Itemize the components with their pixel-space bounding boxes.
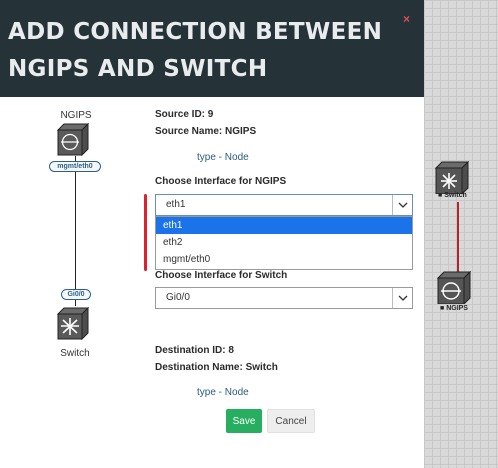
firewall-icon <box>56 122 90 156</box>
dest-name: Destination Name: Switch <box>155 362 278 373</box>
dropdown-option-eth2[interactable]: eth2 <box>156 234 412 251</box>
source-interface-badge: mgmt/eth0 <box>49 161 101 172</box>
close-icon[interactable]: × <box>403 12 410 26</box>
source-interface-select[interactable]: eth1 <box>155 194 413 216</box>
add-connection-modal: ADD CONNECTION BETWEEN NGIPS AND SWITCH … <box>0 0 424 468</box>
modal-header: ADD CONNECTION BETWEEN NGIPS AND SWITCH … <box>0 0 424 97</box>
dest-id: Destination ID: 8 <box>155 345 234 356</box>
chevron-down-icon[interactable] <box>392 288 412 308</box>
dropdown-option-eth1[interactable]: eth1 <box>156 217 412 234</box>
modal-title: ADD CONNECTION BETWEEN NGIPS AND SWITCH <box>8 19 383 82</box>
dest-device-label: Switch <box>60 348 90 359</box>
source-id: Source ID: 9 <box>155 109 214 120</box>
connector-line <box>75 172 76 289</box>
canvas-ngips-icon[interactable] <box>434 270 474 304</box>
dest-interface-badge: Gi0/0 <box>61 289 91 300</box>
dest-interface-value: Gi0/0 <box>166 292 190 303</box>
dropdown-option-mgmt-eth0[interactable]: mgmt/eth0 <box>156 251 412 268</box>
chevron-down-icon[interactable] <box>392 195 412 215</box>
save-button[interactable]: Save <box>226 409 262 433</box>
source-device-label: NGIPS <box>60 110 92 121</box>
source-interface-value: eth1 <box>166 199 186 210</box>
canvas-switch-label: ■ Switch <box>438 192 467 199</box>
canvas-switch-icon[interactable] <box>432 160 472 194</box>
dest-interface-select[interactable]: Gi0/0 <box>155 287 413 309</box>
source-type: type - Node <box>197 152 249 163</box>
source-name: Source Name: NGIPS <box>155 126 257 137</box>
canvas-ngips-label: ■ NGIPS <box>440 305 468 312</box>
cancel-button[interactable]: Cancel <box>267 409 315 433</box>
switch-icon <box>56 306 90 340</box>
dest-type: type - Node <box>197 387 249 398</box>
source-interface-dropdown: eth1 eth2 mgmt/eth0 <box>155 216 413 270</box>
source-interface-label: Choose Interface for NGIPS <box>155 176 287 187</box>
dest-interface-label: Choose Interface for Switch <box>155 270 288 281</box>
annotation-mark <box>144 194 147 271</box>
topology-canvas[interactable] <box>424 0 498 468</box>
